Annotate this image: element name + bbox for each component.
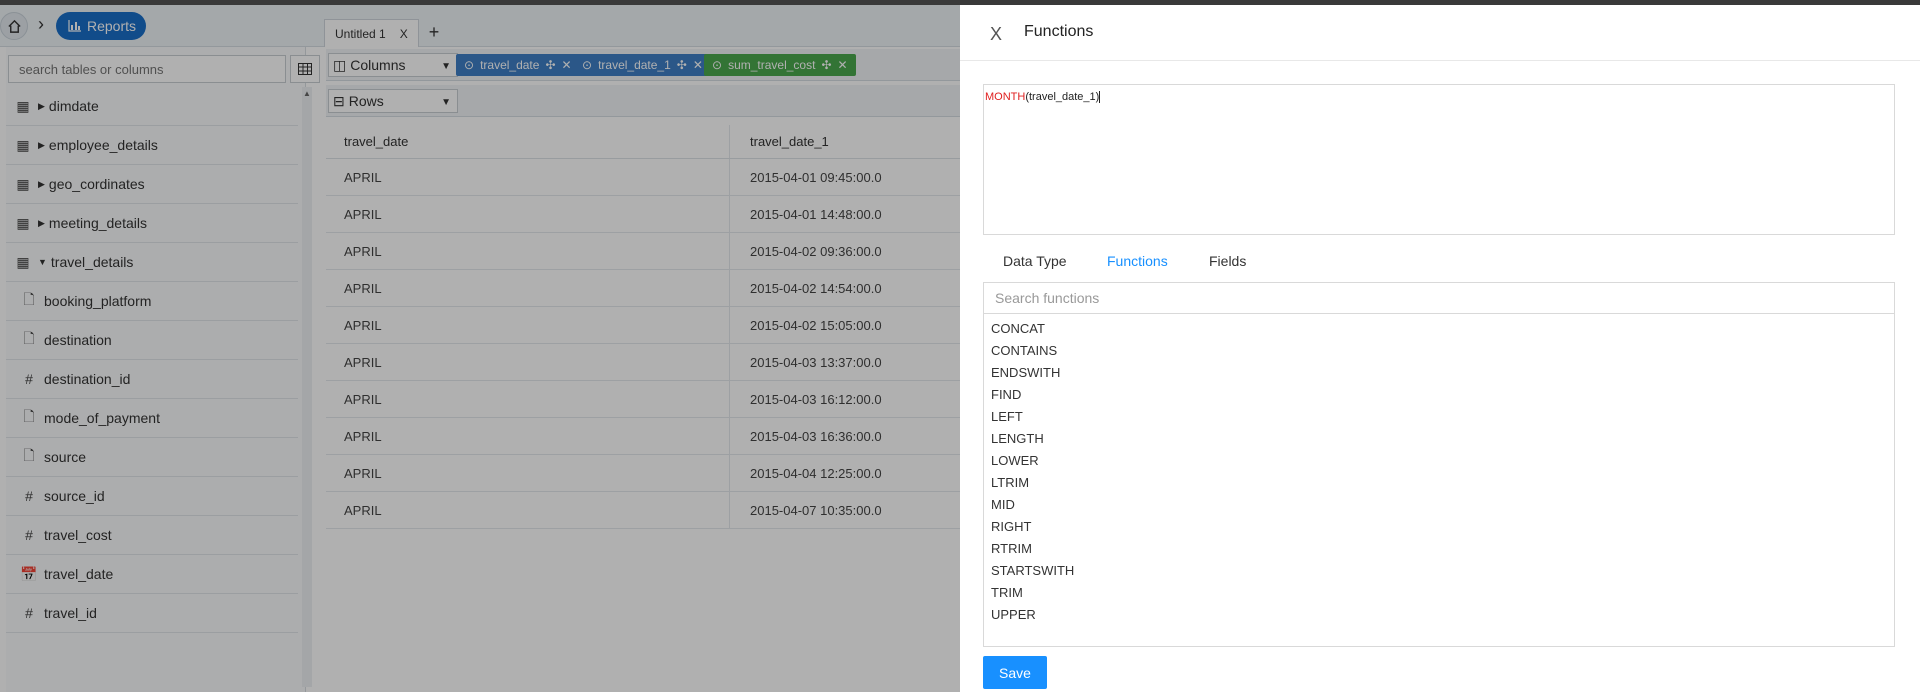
expression-function: MONTH <box>985 91 1026 103</box>
function-item-mid[interactable]: MID <box>984 494 1894 516</box>
modal-backdrop[interactable] <box>0 5 960 692</box>
function-item-contains[interactable]: CONTAINS <box>984 340 1894 362</box>
function-item-right[interactable]: RIGHT <box>984 516 1894 538</box>
tab-fields[interactable]: Fields <box>1209 253 1246 283</box>
panel-title: Functions <box>1024 23 1094 40</box>
close-icon[interactable]: X <box>990 25 1002 43</box>
function-item-lower[interactable]: LOWER <box>984 450 1894 472</box>
function-item-endswith[interactable]: ENDSWITH <box>984 362 1894 384</box>
save-button[interactable]: Save <box>983 656 1047 689</box>
function-item-startswith[interactable]: STARTSWITH <box>984 560 1894 582</box>
tab-data-type[interactable]: Data Type <box>1003 253 1067 283</box>
tab-functions[interactable]: Functions <box>1107 253 1168 285</box>
function-item-upper[interactable]: UPPER <box>984 604 1894 626</box>
functions-panel: X Functions MONTH(travel_date_1) Data Ty… <box>960 5 1920 692</box>
function-item-rtrim[interactable]: RTRIM <box>984 538 1894 560</box>
function-item-length[interactable]: LENGTH <box>984 428 1894 450</box>
function-item-find[interactable]: FIND <box>984 384 1894 406</box>
function-item-concat[interactable]: CONCAT <box>984 318 1894 340</box>
expression-argument: (travel_date_1) <box>1025 91 1100 103</box>
text-cursor <box>1099 91 1101 104</box>
function-search-input[interactable] <box>983 282 1895 314</box>
function-list: CONCAT CONTAINS ENDSWITH FIND LEFT LENGTH LOWE… <box>983 313 1895 647</box>
panel-tabs: Data Type Functions Fields <box>983 243 1895 285</box>
function-item-ltrim[interactable]: LTRIM <box>984 472 1894 494</box>
expression-editor[interactable]: MONTH(travel_date_1) <box>983 84 1895 235</box>
function-item-left[interactable]: LEFT <box>984 406 1894 428</box>
function-item-trim[interactable]: TRIM <box>984 582 1894 604</box>
panel-header: X Functions <box>960 5 1920 61</box>
